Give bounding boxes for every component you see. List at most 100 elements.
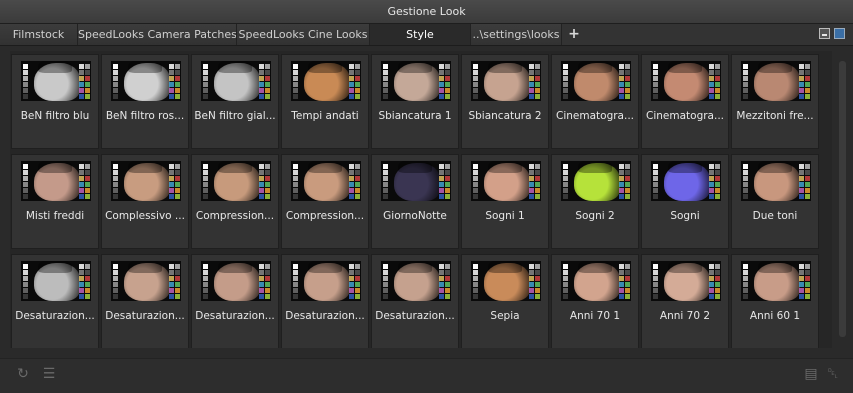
grey-patch — [293, 270, 298, 275]
grey-patch — [743, 94, 748, 99]
list-settings-icon[interactable]: ☰ — [40, 365, 58, 383]
grey-patch — [293, 88, 298, 93]
look-tile[interactable]: Sogni 1 — [461, 154, 549, 249]
look-tile[interactable]: Sogni 2 — [551, 154, 639, 249]
color-patch — [619, 188, 624, 193]
look-tile[interactable]: Compression... — [281, 154, 369, 249]
tab-style[interactable]: Style — [370, 24, 471, 45]
grey-patch — [743, 170, 748, 175]
color-patch — [439, 94, 444, 99]
look-label: Desaturazion... — [15, 310, 95, 322]
window-title: Gestione Look — [0, 0, 853, 24]
grey-patch — [473, 194, 478, 199]
grey-patch — [383, 82, 388, 87]
look-label: Desaturazion... — [105, 310, 185, 322]
look-tile[interactable]: Desaturazion... — [191, 254, 279, 348]
look-preview-thumbnail — [381, 161, 451, 201]
look-tile[interactable]: Due toni — [731, 154, 819, 249]
color-patch — [169, 170, 174, 175]
grey-patch — [203, 264, 208, 269]
grey-patch — [743, 88, 748, 93]
color-patch — [535, 64, 540, 69]
look-tile[interactable]: Desaturazion... — [371, 254, 459, 348]
look-tile[interactable]: Cinematogra... — [551, 54, 639, 149]
folder-move-icon[interactable]: ▤ — [802, 365, 820, 383]
look-tile[interactable]: BeN filtro blu — [11, 54, 99, 149]
look-tile[interactable]: Desaturazion... — [11, 254, 99, 348]
look-tile[interactable]: Anni 60 1 — [731, 254, 819, 348]
color-patch — [529, 270, 534, 275]
look-tile[interactable]: BeN filtro gial... — [191, 54, 279, 149]
look-tile[interactable]: Sepia — [461, 254, 549, 348]
color-patch — [169, 288, 174, 293]
maximize-icon[interactable] — [834, 28, 845, 39]
look-label: Anni 70 1 — [569, 310, 621, 322]
color-patch — [265, 70, 270, 75]
color-patch — [439, 188, 444, 193]
color-patch — [799, 288, 804, 293]
tab-filmstock[interactable]: Filmstock — [0, 24, 78, 45]
color-patch — [259, 164, 264, 169]
look-tile[interactable]: BeN filtro ros... — [101, 54, 189, 149]
plus-icon[interactable]: + — [562, 24, 586, 45]
look-tile[interactable]: Complessivo ... — [101, 154, 189, 249]
scrollbar-thumb[interactable] — [839, 61, 846, 337]
minimize-icon[interactable] — [819, 28, 830, 39]
color-patch — [79, 76, 84, 81]
color-patch — [625, 76, 630, 81]
color-patch — [85, 88, 90, 93]
look-tile[interactable]: Misti freddi — [11, 154, 99, 249]
look-tile[interactable]: Tempi andati — [281, 54, 369, 149]
color-patch — [349, 282, 354, 287]
grey-patch — [203, 294, 208, 299]
look-tile[interactable]: GiornoNotte — [371, 154, 459, 249]
look-tile[interactable]: Anni 70 1 — [551, 254, 639, 348]
tab-speedlooks-cine-looks[interactable]: SpeedLooks Cine Looks — [237, 24, 370, 45]
color-patch — [805, 282, 810, 287]
grey-patch — [743, 164, 748, 169]
color-patch — [265, 282, 270, 287]
color-patch — [619, 270, 624, 275]
look-label: Desaturazion... — [195, 310, 275, 322]
look-preview-thumbnail — [381, 61, 451, 101]
color-patch — [79, 94, 84, 99]
look-preview-thumbnail — [21, 161, 91, 201]
look-tile[interactable]: Sogni — [641, 154, 729, 249]
color-patch — [349, 276, 354, 281]
color-patch — [715, 94, 720, 99]
look-label: Sbiancatura 2 — [468, 110, 542, 122]
look-tile[interactable]: Desaturazion... — [281, 254, 369, 348]
color-patch — [85, 170, 90, 175]
grey-patch — [743, 270, 748, 275]
look-label: Due toni — [752, 210, 798, 222]
color-patch — [355, 270, 360, 275]
tab-settings-looks[interactable]: ..\settings\looks — [471, 24, 562, 45]
look-preview-thumbnail — [741, 261, 811, 301]
color-patch — [79, 88, 84, 93]
look-tile[interactable]: Anni 70 2 — [641, 254, 729, 348]
color-patch — [349, 82, 354, 87]
look-tile[interactable]: Desaturazion... — [101, 254, 189, 348]
refresh-icon[interactable]: ↻ — [14, 365, 32, 383]
look-tile[interactable]: Cinematogra... — [641, 54, 729, 149]
look-tile[interactable]: Mezzitoni fre... — [731, 54, 819, 149]
color-patch — [535, 288, 540, 293]
look-manager-window: Gestione Look Filmstock SpeedLooks Camer… — [0, 0, 853, 393]
look-tile[interactable]: Compression... — [191, 154, 279, 249]
vertical-scrollbar[interactable] — [836, 51, 848, 348]
grey-patch — [563, 270, 568, 275]
look-tile[interactable]: Sbiancatura 2 — [461, 54, 549, 149]
trash-icon[interactable]: ␡ — [824, 365, 842, 383]
color-patch — [619, 282, 624, 287]
look-tile[interactable]: Sbiancatura 1 — [371, 54, 459, 149]
color-patch — [709, 82, 714, 87]
grey-patch — [23, 94, 28, 99]
color-patch — [259, 170, 264, 175]
portrait-face — [754, 261, 800, 301]
tab-speedlooks-camera-patches[interactable]: SpeedLooks Camera Patches — [78, 24, 237, 45]
color-patch — [259, 288, 264, 293]
color-patch — [619, 82, 624, 87]
color-patch — [445, 182, 450, 187]
grey-patch — [113, 282, 118, 287]
color-patch — [355, 194, 360, 199]
